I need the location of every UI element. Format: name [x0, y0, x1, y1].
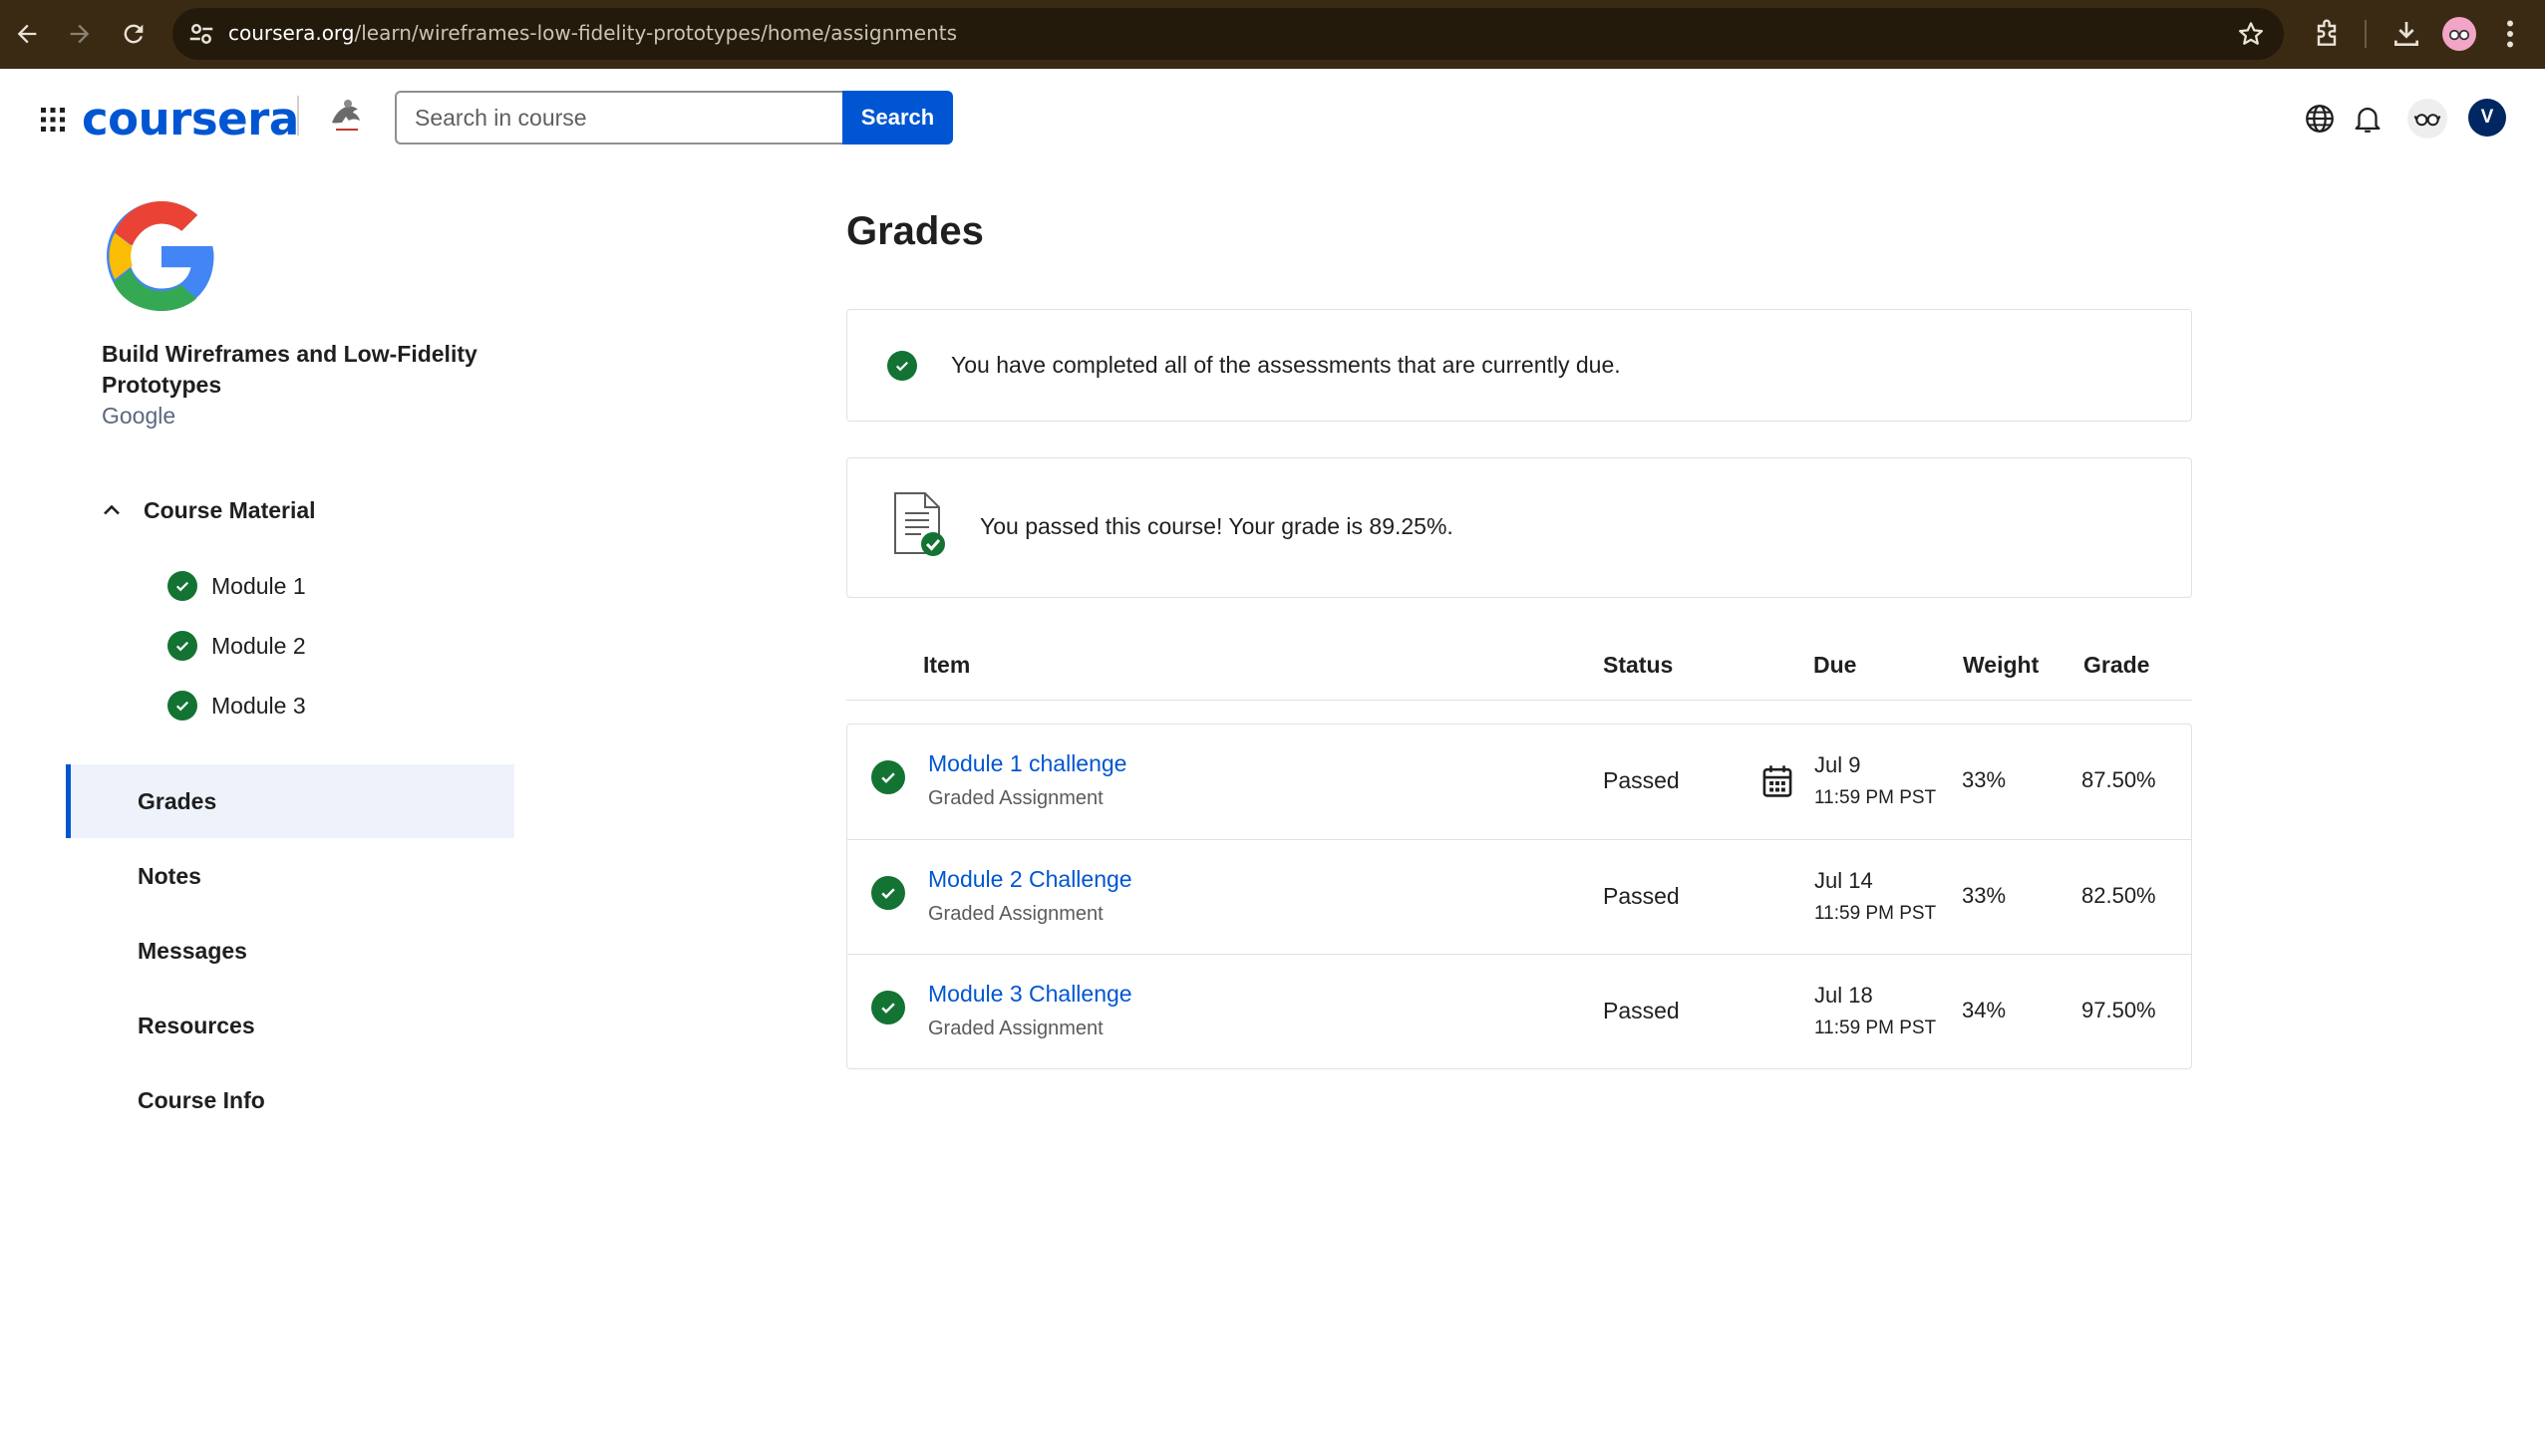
- check-circle-icon: [871, 991, 905, 1024]
- column-header-item: Item: [923, 652, 971, 678]
- due-date: Jul 9: [1814, 752, 1861, 777]
- user-avatar[interactable]: V: [2468, 99, 2506, 137]
- column-header-due: Due: [1813, 652, 1857, 678]
- grades-table: Module 1 challenge Graded Assignment Pas…: [846, 724, 2192, 1069]
- nav-item-messages[interactable]: Messages: [66, 914, 514, 988]
- check-circle-icon: [167, 571, 197, 601]
- assignment-link[interactable]: Module 3 Challenge: [928, 981, 1132, 1008]
- reload-icon: [124, 24, 144, 44]
- arrow-left-icon: [17, 24, 37, 44]
- url-text: coursera.org/learn/wireframes-low-fideli…: [228, 21, 958, 45]
- check-circle-icon: [167, 631, 197, 661]
- course-title: Build Wireframes and Low-Fidelity Protot…: [102, 341, 477, 398]
- header-divider: [846, 700, 2192, 701]
- due-time: 11:59 PM PST: [1814, 1018, 1937, 1038]
- globe-icon[interactable]: [2303, 102, 2337, 136]
- google-logo-icon: [107, 201, 214, 311]
- check-circle-icon: [167, 691, 197, 721]
- status-text: Passed: [1603, 883, 1680, 909]
- logo-divider: [297, 96, 299, 136]
- course-material-label: Course Material: [144, 496, 316, 523]
- apps-grid-icon[interactable]: [40, 107, 66, 133]
- assignment-link[interactable]: Module 2 Challenge: [928, 866, 1132, 893]
- nav-item-grades[interactable]: Grades: [66, 764, 514, 838]
- module-item-2[interactable]: Module 2: [167, 631, 306, 661]
- browser-toolbar: coursera.org/learn/wireframes-low-fideli…: [0, 0, 2545, 69]
- glasses-icon: [2448, 29, 2470, 41]
- passed-banner: You passed this course! Your grade is 89…: [846, 457, 2192, 598]
- check-circle-icon: [887, 351, 917, 381]
- grade-value: 97.50%: [2081, 998, 2156, 1022]
- weight-value: 33%: [1962, 767, 2007, 792]
- browser-profile-avatar[interactable]: [2442, 17, 2476, 51]
- extensions-icon[interactable]: [2311, 18, 2343, 50]
- course-sidebar: Build Wireframes and Low-Fidelity Protot…: [0, 166, 518, 1456]
- partner-logo-icon: [332, 100, 360, 131]
- back-button[interactable]: [9, 16, 45, 52]
- column-header-status: Status: [1603, 652, 1674, 678]
- address-bar[interactable]: coursera.org/learn/wireframes-low-fideli…: [172, 8, 2284, 60]
- reload-button[interactable]: [116, 16, 152, 52]
- due-time: 11:59 PM PST: [1814, 787, 1937, 808]
- course-material-toggle[interactable]: Course Material: [98, 496, 316, 524]
- due-time: 11:59 PM PST: [1814, 903, 1937, 924]
- site-settings-icon[interactable]: [186, 19, 216, 49]
- due-date: Jul 18: [1814, 983, 1873, 1008]
- assignment-type: Graded Assignment: [928, 903, 1104, 925]
- module-label: Module 1: [211, 572, 306, 599]
- grade-value: 82.50%: [2081, 883, 2156, 908]
- check-circle-icon: [871, 760, 905, 794]
- module-item-3[interactable]: Module 3: [167, 691, 306, 721]
- coursera-logo[interactable]: coursera: [82, 93, 299, 146]
- grade-value: 87.50%: [2081, 767, 2156, 792]
- search-button[interactable]: Search: [842, 91, 953, 145]
- module-label: Module 2: [211, 632, 306, 659]
- browser-menu-icon[interactable]: [2502, 16, 2518, 52]
- document-check-icon: [894, 492, 945, 556]
- status-text: Passed: [1603, 998, 1680, 1023]
- module-label: Module 3: [211, 692, 306, 719]
- assignment-type: Graded Assignment: [928, 787, 1104, 809]
- assignment-link[interactable]: Module 1 challenge: [928, 750, 1126, 777]
- user-profile-glasses-avatar[interactable]: [2407, 99, 2447, 139]
- course-org: Google: [102, 403, 176, 429]
- due-date: Jul 14: [1814, 868, 1873, 893]
- assignment-type: Graded Assignment: [928, 1018, 1104, 1039]
- table-row: Module 3 Challenge Graded Assignment Pas…: [847, 954, 2191, 1068]
- nav-item-notes[interactable]: Notes: [66, 839, 514, 913]
- site-header: coursera Search V: [0, 69, 2545, 166]
- arrow-right-icon: [70, 24, 90, 44]
- nav-item-course-info[interactable]: Course Info: [66, 1063, 514, 1137]
- download-icon[interactable]: [2390, 18, 2422, 50]
- search-input[interactable]: [395, 91, 843, 145]
- status-text: Passed: [1603, 767, 1680, 793]
- column-header-weight: Weight: [1963, 652, 2040, 678]
- forward-button[interactable]: [62, 16, 98, 52]
- column-header-grade: Grade: [2083, 652, 2150, 678]
- nav-item-resources[interactable]: Resources: [66, 989, 514, 1062]
- check-circle-icon: [871, 876, 905, 910]
- page-title: Grades: [846, 209, 984, 253]
- table-row: Module 2 Challenge Graded Assignment Pas…: [847, 839, 2191, 954]
- table-row: Module 1 challenge Graded Assignment Pas…: [847, 725, 2191, 839]
- completed-banner: You have completed all of the assessment…: [846, 309, 2192, 422]
- passed-message: You passed this course! Your grade is 89…: [980, 513, 1453, 539]
- bookmark-star-icon[interactable]: [2236, 19, 2266, 49]
- module-item-1[interactable]: Module 1: [167, 571, 306, 601]
- completed-message: You have completed all of the assessment…: [951, 352, 1621, 378]
- glasses-icon: [2413, 114, 2441, 127]
- weight-value: 34%: [1962, 998, 2007, 1022]
- calendar-icon: [1762, 765, 1792, 797]
- bell-icon[interactable]: [2351, 102, 2385, 136]
- chevron-up-icon: [104, 504, 120, 515]
- toolbar-divider: [2365, 20, 2367, 48]
- weight-value: 33%: [1962, 883, 2007, 908]
